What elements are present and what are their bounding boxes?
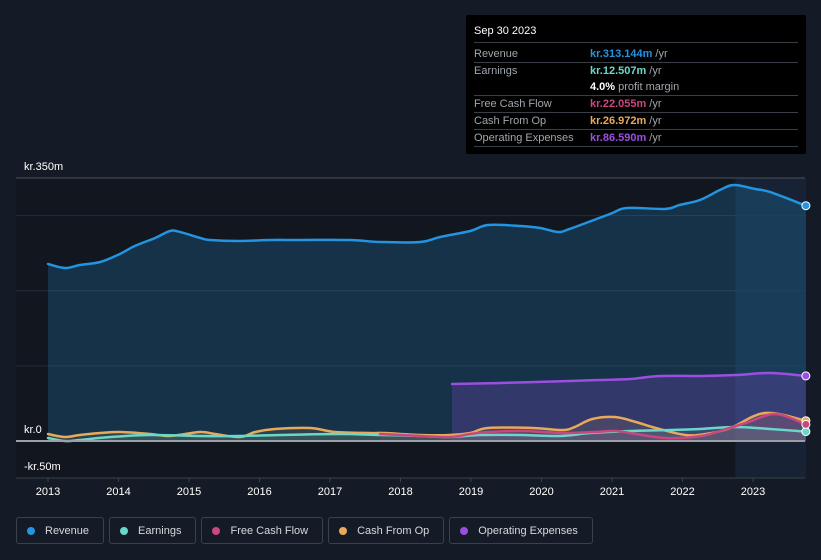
operating-expenses-dot-icon [460, 526, 469, 535]
tooltip-value: kr.22.055m [590, 98, 647, 110]
tooltip-unit: /yr [649, 132, 662, 144]
y-tick-label-zero: kr.0 [24, 424, 42, 436]
x-tick-label: 2016 [247, 486, 271, 498]
tooltip-label: Earnings [474, 65, 518, 77]
tooltip-value: kr.26.972m [590, 115, 647, 127]
tooltip-row-cfo: Cash From Op kr.26.972m /yr [474, 113, 798, 130]
x-tick-label: 2020 [529, 486, 553, 498]
tooltip-row-revenue: Revenue kr.313.144m /yr [474, 46, 798, 63]
legend-item-operating-expenses[interactable]: Operating Expenses [449, 517, 593, 544]
legend-label: Cash From Op [357, 524, 430, 537]
x-tick-label: 2022 [670, 486, 694, 498]
x-axis-ticks: 2013 2014 2015 2016 2017 2018 2019 2020 2021 2022… [36, 478, 765, 498]
tooltip-row-fcf: Free Cash Flow kr.22.055m /yr [474, 96, 798, 113]
tooltip-unit: /yr [649, 115, 662, 127]
tooltip-label [474, 79, 590, 95]
legend-item-revenue[interactable]: Revenue [16, 517, 105, 544]
x-tick-label: 2014 [106, 486, 130, 498]
tooltip-date: Sep 30 2023 [474, 23, 798, 43]
tooltip-row-opex: Operating Expenses kr.86.590m /yr [474, 130, 798, 147]
legend-item-free-cash-flow[interactable]: Free Cash Flow [201, 517, 324, 544]
x-tick-label: 2019 [459, 486, 483, 498]
x-tick-label: 2021 [600, 486, 624, 498]
tooltip: Sep 30 2023 Revenue kr.313.144m /yr Earn… [466, 15, 806, 154]
free-cash-flow-dot-icon [212, 526, 221, 535]
y-tick-label-top: kr.350m [24, 161, 63, 173]
profit-margin-value: 4.0% [590, 81, 616, 93]
profit-margin-label: profit margin [618, 81, 680, 93]
tooltip-value: kr.86.590m [590, 132, 647, 144]
legend-label: Earnings [138, 524, 182, 537]
tooltip-label: Operating Expenses [474, 132, 574, 144]
revenue-dot-icon [27, 526, 35, 535]
tooltip-label: Cash From Op [474, 115, 547, 127]
x-tick-label: 2015 [177, 486, 201, 498]
operating-expenses-end-marker [801, 371, 811, 381]
legend-item-cash-from-op[interactable]: Cash From Op [328, 517, 445, 544]
tooltip-row-profit-margin: 4.0% profit margin [474, 79, 798, 96]
revenue-end-marker [801, 201, 811, 211]
tooltip-label: Revenue [474, 48, 519, 60]
tooltip-unit: /yr [649, 98, 662, 110]
tooltip-unit: /yr [655, 48, 668, 60]
tooltip-row-earnings: Earnings kr.12.507m /yr [474, 63, 798, 79]
legend-label: Operating Expenses [478, 524, 578, 537]
cash-from-op-dot-icon [339, 526, 348, 535]
y-tick-label-bottom: -kr.50m [24, 461, 61, 473]
x-tick-label: 2013 [36, 486, 60, 498]
tooltip-label: Free Cash Flow [474, 98, 552, 110]
x-tick-label: 2018 [388, 486, 412, 498]
tooltip-value: kr.313.144m [590, 48, 653, 60]
legend-label: Revenue [45, 524, 90, 537]
earnings-dot-icon [120, 526, 129, 535]
free-cash-flow-end-marker [801, 419, 811, 429]
tooltip-unit: /yr [649, 65, 662, 77]
legend-item-earnings[interactable]: Earnings [109, 517, 197, 544]
x-tick-label: 2023 [741, 486, 765, 498]
x-tick-label: 2017 [318, 486, 342, 498]
legend-label: Free Cash Flow [230, 524, 309, 537]
legend: Revenue Earnings Free Cash Flow Cash Fro… [16, 517, 593, 544]
tooltip-value: kr.12.507m [590, 65, 647, 77]
